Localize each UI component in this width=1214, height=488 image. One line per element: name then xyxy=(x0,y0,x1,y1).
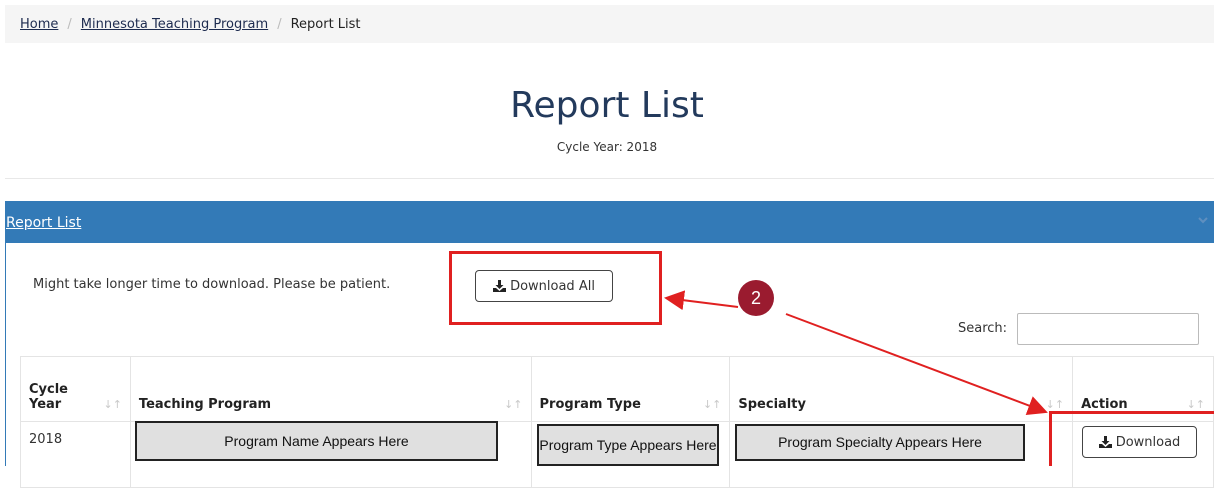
program-name-placeholder: Program Name Appears Here xyxy=(135,421,498,461)
column-header-label: Cycle xyxy=(29,382,68,397)
search-input[interactable] xyxy=(1017,313,1199,345)
search-label: Search: xyxy=(958,321,1008,336)
table-header-row: Cycle Year ↓↑ Teaching Program ↓↑ Progra… xyxy=(20,356,1214,422)
column-header-teaching-program[interactable]: Teaching Program ↓↑ xyxy=(129,356,532,422)
patience-note: Might take longer time to download. Plea… xyxy=(33,277,391,292)
sort-icon: ↓↑ xyxy=(103,398,122,411)
breadcrumb-home-link[interactable]: Home xyxy=(20,17,58,32)
column-header-label: Action xyxy=(1081,397,1128,412)
sort-icon: ↓↑ xyxy=(1186,398,1205,411)
column-header-label: Year xyxy=(29,397,62,412)
program-specialty-placeholder: Program Specialty Appears Here xyxy=(735,424,1025,461)
annotation-highlight-box xyxy=(449,251,662,325)
column-header-cycle-year[interactable]: Cycle Year ↓↑ xyxy=(20,356,131,422)
breadcrumb-program-link[interactable]: Minnesota Teaching Program xyxy=(81,17,268,32)
panel-heading-link[interactable]: Report List xyxy=(6,215,81,231)
sort-icon: ↓↑ xyxy=(702,398,722,411)
chevron-down-icon[interactable] xyxy=(1198,215,1208,225)
sort-icon: ↓↑ xyxy=(504,398,523,411)
column-header-label: Specialty xyxy=(738,397,806,412)
program-type-placeholder: Program Type Appears Here xyxy=(537,424,719,466)
column-header-specialty[interactable]: Specialty ↓↑ xyxy=(729,356,1074,422)
breadcrumb: Home / Minnesota Teaching Program / Repo… xyxy=(5,5,1214,43)
column-header-label: Program Type xyxy=(539,397,641,412)
cycle-year-subtitle: Cycle Year: 2018 xyxy=(556,140,658,154)
page-title: Report List xyxy=(510,85,704,126)
breadcrumb-separator: / xyxy=(277,16,282,32)
panel-heading: Report List xyxy=(6,202,1214,243)
breadcrumb-separator: / xyxy=(67,16,72,32)
column-header-label: Teaching Program xyxy=(138,397,272,412)
breadcrumb-current: Report List xyxy=(290,16,361,32)
annotation-step-badge: 2 xyxy=(738,280,774,316)
cell-cycle-year: 2018 xyxy=(20,421,131,488)
sort-icon: ↓↑ xyxy=(1045,398,1065,411)
column-header-program-type[interactable]: Program Type ↓↑ xyxy=(530,356,731,422)
annotation-highlight-box xyxy=(1049,411,1214,466)
divider xyxy=(5,178,1214,179)
